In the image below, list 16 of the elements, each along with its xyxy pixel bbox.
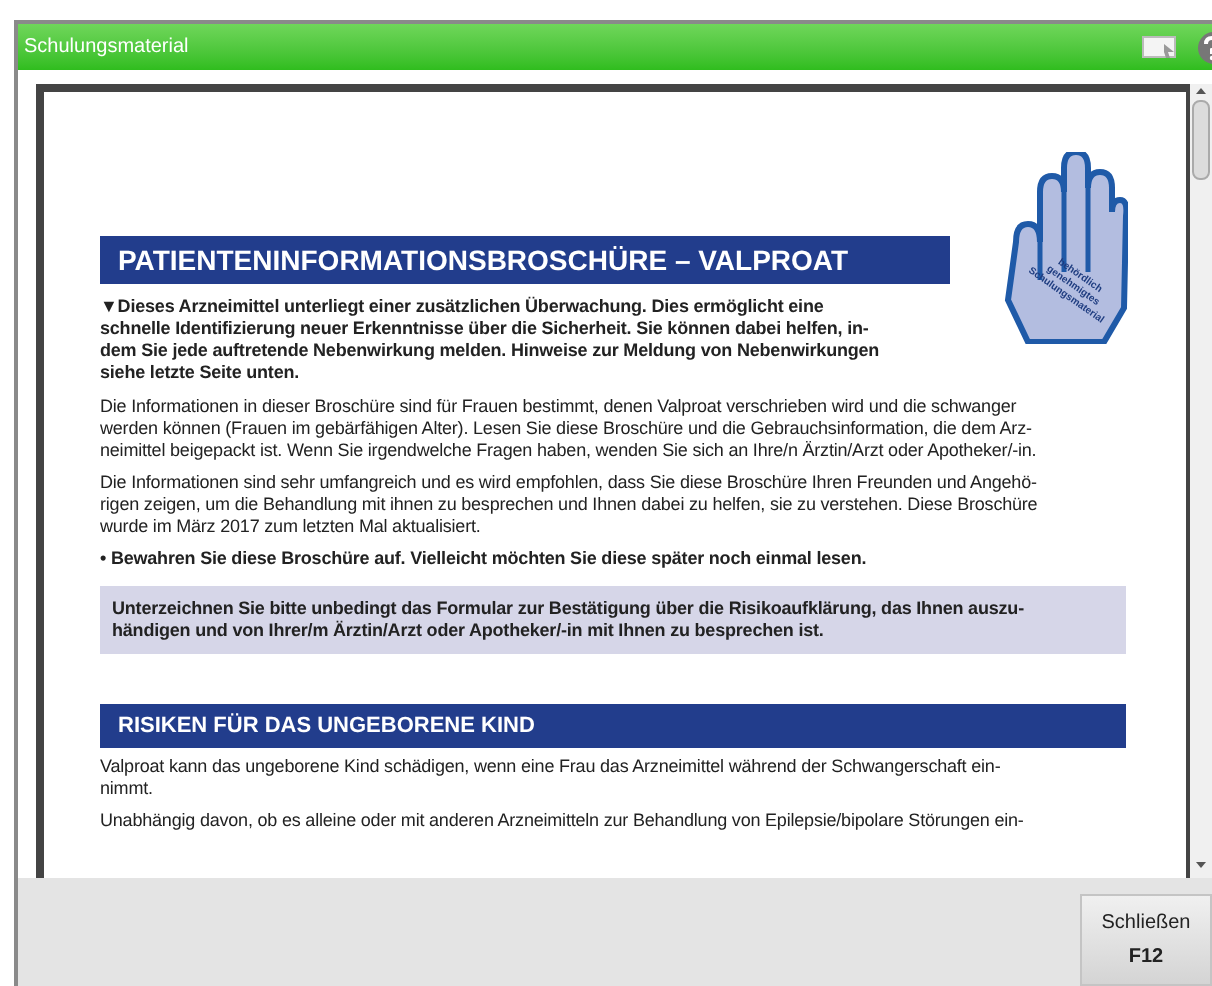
notice-box: Unterzeichnen Sie bitte unbedingt das Formular zur Bestätigung über die Risikoaufklärung, das Ihnen auszu- händigen und von Ihrer/m Ärztin/Arzt oder Apotheker/-in mit Ihnen zu besprechen ist. <box>100 586 1127 654</box>
paragraph: Unabhängig davon, ob es alleine oder mit anderen Arzneimitteln zur Behandlung von Epilepsie/bipolare Störungen ein- <box>100 810 1026 832</box>
paragraph: Valproat kann das ungeborene Kind schädigen, wenn eine Frau das Arzneimittel während der Schwangerschaft ein- nimmt. <box>100 756 1003 800</box>
paragraph: • Bewahren Sie diese Broschüre auf. Vielleicht möchten Sie diese später noch einmal lesen. <box>100 548 869 570</box>
paragraph: Die Informationen in dieser Broschüre sind für Frauen bestimmt, denen Valproat verschrieben wird und die schwanger werden können (Frauen im gebärfähigen Alter). Lesen Sie diese Broschüre und die Gebrauchsinformation, die dem Arz- neimittel beigepackt ist. Wenn Sie irgendwelche Fragen haben, wenden Sie sich an Ihre/n Ärztin/Arzt oder Apotheker/-in. <box>100 396 1039 462</box>
paragraph: Die Informationen sind sehr umfangreich und es wird empfohlen, dass Sie diese Broschüre Ihren Freunden und Angehö- rigen zeigen, um die Behandlung mit ihnen zu besprechen und Ihnen dabei zu helfen, sie zu verstehen. Diese Broschüre wurde im März 2017 zum letzten Mal aktualisiert. <box>100 472 1040 538</box>
scroll-up-icon[interactable] <box>1192 84 1210 96</box>
scroll-thumb[interactable] <box>1192 100 1210 180</box>
section-heading: RISIKEN FÜR DAS UNGEBORENE KIND <box>100 704 1127 748</box>
close-button[interactable]: Schließen F12 <box>1080 894 1212 986</box>
document-title: PATIENTENINFORMATIONSBROSCHÜRE – VALPROAT <box>100 236 950 284</box>
help-icon[interactable] <box>1194 31 1212 63</box>
window-icon[interactable] <box>1142 35 1178 59</box>
scroll-down-icon[interactable] <box>1192 860 1210 872</box>
window-title: Schulungsmaterial <box>24 34 191 62</box>
paragraph: ▼Dieses Arzneimittel unterliegt einer zusätzlichen Überwachung. Dies ermöglicht eine schnelle Identifizierung neuer Erkenntnisse über die Sicherheit. Sie können dabei helfen, in- dem Sie jede auftretende Nebenwirkung melden. Hinweise zur Meldung von Nebenwirkungen siehe letzte Seite unten. <box>100 296 882 384</box>
